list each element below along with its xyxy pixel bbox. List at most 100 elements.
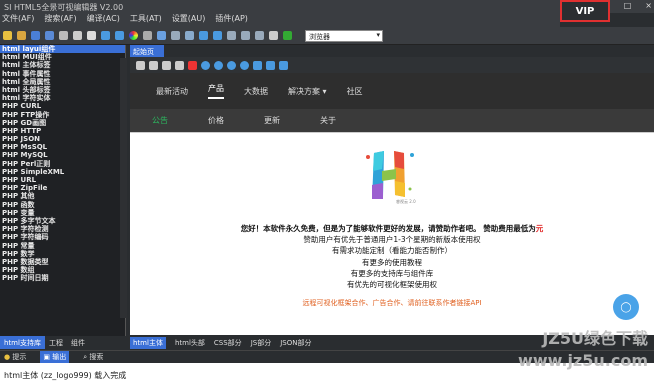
tree-item[interactable]: PHP HTTP: [0, 127, 125, 135]
image-icon[interactable]: [175, 60, 184, 70]
tree-item[interactable]: PHP 其他: [0, 192, 125, 200]
upload-icon[interactable]: [269, 31, 278, 40]
new-page-icon[interactable]: [136, 60, 145, 70]
tab-output[interactable]: ▣ 输出: [40, 351, 70, 363]
tab-start-page[interactable]: 起始页: [130, 45, 164, 57]
tree-item[interactable]: PHP 函数: [0, 201, 125, 209]
tab-search[interactable]: ⌕ 搜索: [83, 352, 103, 362]
tab-price[interactable]: 价格: [208, 115, 224, 126]
tree-item[interactable]: PHP CURL: [0, 102, 125, 110]
tab-hints-label: 提示: [12, 353, 27, 361]
find-icon[interactable]: [143, 31, 152, 40]
menu-tools[interactable]: 工具(AT): [130, 13, 162, 27]
tree-item[interactable]: PHP 时间日期: [0, 274, 125, 282]
open-folder-icon[interactable]: [17, 31, 26, 40]
menu-plugins[interactable]: 插件(AP): [215, 13, 248, 27]
tab-html-head[interactable]: html头部: [175, 338, 205, 348]
nav-community[interactable]: 社区: [347, 86, 363, 97]
tree-item[interactable]: PHP 数学: [0, 250, 125, 258]
tree-item[interactable]: PHP SimpleXML: [0, 168, 125, 176]
tab-updates[interactable]: 更新: [264, 115, 280, 126]
forward-icon[interactable]: [214, 60, 223, 70]
menu-compile[interactable]: 编译(AC): [87, 13, 120, 27]
vip-button[interactable]: VIP: [560, 0, 610, 22]
tab-html-body[interactable]: html主体: [130, 336, 166, 349]
tab-js[interactable]: JS部分: [251, 338, 272, 348]
save-all-icon[interactable]: [45, 31, 54, 40]
tree-item[interactable]: PHP 数据类型: [0, 258, 125, 266]
tab-project[interactable]: 工程: [45, 336, 67, 349]
browser-select[interactable]: 浏览器: [305, 29, 383, 42]
chat-bubble-icon[interactable]: ◯: [613, 294, 639, 320]
tab-about[interactable]: 关于: [320, 115, 336, 126]
open-page-icon[interactable]: [149, 60, 158, 70]
delete-icon[interactable]: [188, 60, 197, 70]
tab-output-label: 输出: [52, 353, 67, 361]
color-picker-icon[interactable]: [129, 31, 138, 40]
copy-icon[interactable]: [73, 31, 82, 40]
nav-big-data[interactable]: 大数据: [244, 86, 268, 97]
align-center-icon[interactable]: [241, 31, 250, 40]
menu-search[interactable]: 搜索(AF): [44, 13, 76, 27]
format-icon[interactable]: [157, 31, 166, 40]
move-up-icon[interactable]: [199, 31, 208, 40]
tree-item[interactable]: PHP GD画图: [0, 119, 125, 127]
tree-item[interactable]: PHP 变量: [0, 209, 125, 217]
tree-item[interactable]: PHP JSON: [0, 135, 125, 143]
tab-html-library[interactable]: html支持库: [0, 336, 45, 349]
menu-settings[interactable]: 设置(AU): [172, 13, 206, 27]
tree-item[interactable]: html 头部标签: [0, 86, 125, 94]
nav-latest-events[interactable]: 最新活动: [156, 86, 188, 97]
indent-icon[interactable]: [171, 31, 180, 40]
tab-hints[interactable]: ● 提示: [4, 352, 26, 362]
zoom-in-icon[interactable]: [240, 60, 249, 70]
undo-icon[interactable]: [101, 31, 110, 40]
move-down-icon[interactable]: [213, 31, 222, 40]
tab-css[interactable]: CSS部分: [214, 338, 242, 348]
tree-item[interactable]: PHP FTP操作: [0, 111, 125, 119]
tree-item[interactable]: html 全局属性: [0, 78, 125, 86]
editor-toolbar: [130, 57, 654, 73]
cooperation-link[interactable]: 远程可视化框架合作、广告合作、请前往联系作者链接API: [130, 298, 654, 309]
tree-item[interactable]: PHP 多字节文本: [0, 217, 125, 225]
tree-item[interactable]: PHP URL: [0, 176, 125, 184]
nav-solutions[interactable]: 解决方案 ▾: [288, 86, 327, 97]
save-icon[interactable]: [31, 31, 40, 40]
tree-item[interactable]: html layui组件: [0, 45, 125, 54]
tablet-icon[interactable]: [266, 60, 275, 70]
left-tabs: html支持库 工程 组件: [0, 336, 128, 349]
align-left-icon[interactable]: [227, 31, 236, 40]
zoom-out-icon[interactable]: [227, 60, 236, 70]
tree-item[interactable]: PHP MySQL: [0, 151, 125, 159]
new-file-icon[interactable]: [3, 31, 12, 40]
notice-text: 您好！本软件永久免费，但是为了能够软件更好的发展，请赞助作者吧。 赞助费用最低为…: [130, 223, 654, 309]
refresh-icon[interactable]: [201, 60, 210, 70]
export-icon[interactable]: [162, 60, 171, 70]
component-tree: html layui组件 html MUI组件 html 主体标签 html 事件属性…: [0, 45, 126, 349]
run-icon[interactable]: [283, 31, 292, 40]
cut-icon[interactable]: [59, 31, 68, 40]
h-logo: 睿视云 2.0: [360, 145, 420, 207]
tree-item[interactable]: PHP MsSQL: [0, 143, 125, 151]
maximize-button[interactable]: □: [624, 1, 632, 10]
site-nav: 最新活动 产品 大数据 解决方案 ▾ 社区: [130, 73, 654, 109]
tab-components[interactable]: 组件: [67, 336, 89, 349]
tab-json[interactable]: JSON部分: [280, 338, 311, 348]
tree-item[interactable]: PHP Perl正则: [0, 160, 125, 168]
tree-scrollbar[interactable]: [120, 58, 127, 318]
tree-item[interactable]: html 字符实体: [0, 94, 125, 102]
tree-item[interactable]: html 主体标签: [0, 61, 125, 69]
close-button[interactable]: ×: [645, 1, 652, 10]
list-icon[interactable]: [185, 31, 194, 40]
menu-file[interactable]: 文件(AF): [2, 13, 34, 27]
tab-announcement[interactable]: 公告: [152, 115, 168, 126]
paste-icon[interactable]: [87, 31, 96, 40]
mobile-icon[interactable]: [279, 60, 288, 70]
tree-item[interactable]: html 事件属性: [0, 70, 125, 78]
tree-item[interactable]: PHP 字符编码: [0, 233, 125, 241]
tree-item[interactable]: PHP 常量: [0, 242, 125, 250]
nav-products[interactable]: 产品: [208, 83, 224, 99]
redo-icon[interactable]: [115, 31, 124, 40]
align-right-icon[interactable]: [255, 31, 264, 40]
desktop-icon[interactable]: [253, 60, 262, 70]
